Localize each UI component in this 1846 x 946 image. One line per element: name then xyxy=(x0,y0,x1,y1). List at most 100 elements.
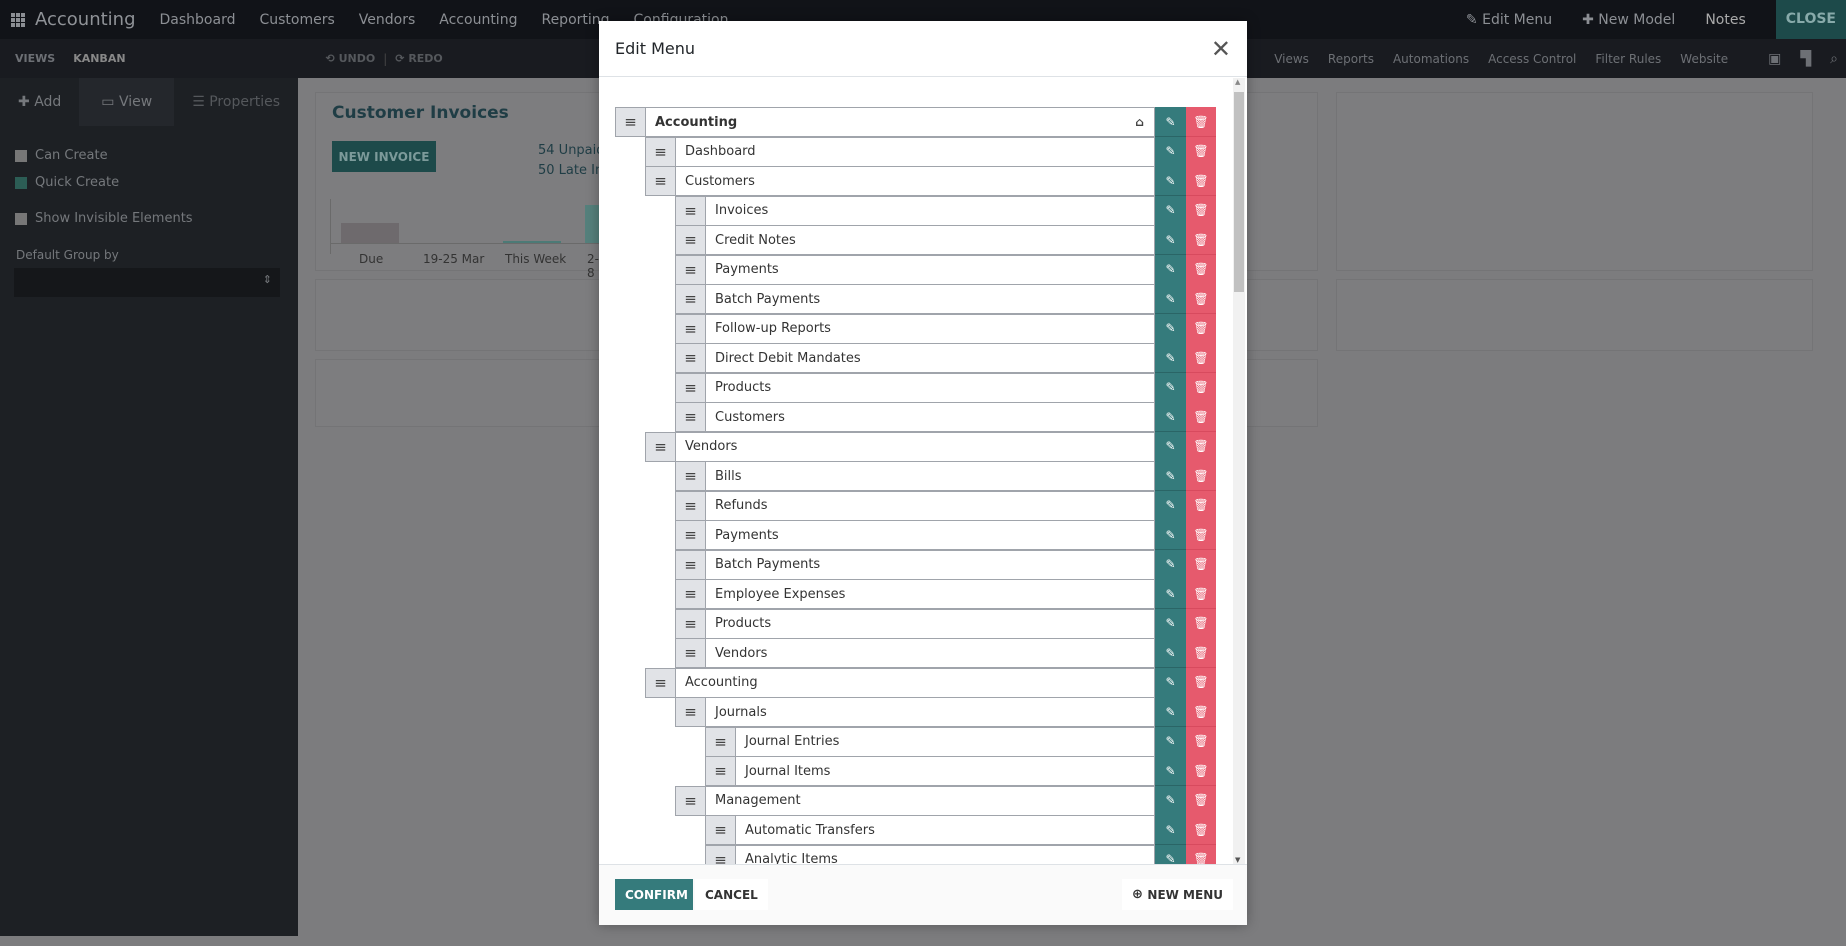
edit-icon[interactable]: ✎ xyxy=(1155,815,1186,845)
menu-item-row[interactable]: ≡ Vendors ✎ 🗑 xyxy=(675,638,1216,668)
tab-add[interactable]: ✚ Add xyxy=(0,78,79,126)
menu-item-label[interactable]: Customers xyxy=(706,402,1155,432)
menu-item-row[interactable]: ≡ Customers ✎ 🗑 xyxy=(675,402,1216,432)
trash-icon[interactable]: 🗑 xyxy=(1186,284,1216,314)
menu-item-label[interactable]: Direct Debit Mandates xyxy=(706,343,1155,373)
trash-icon[interactable]: 🗑 xyxy=(1186,313,1216,344)
breadcrumb-views[interactable]: VIEWS xyxy=(15,52,55,65)
edit-menu-button[interactable]: ✎ Edit Menu xyxy=(1466,12,1552,28)
trash-icon[interactable]: 🗑 xyxy=(1186,815,1216,845)
quick-create-checkbox[interactable]: Quick Create xyxy=(15,175,119,190)
menu-item-row[interactable]: ≡ Accounting ✎ 🗑 xyxy=(645,667,1216,698)
trash-icon[interactable]: 🗑 xyxy=(1186,254,1216,285)
drag-handle-icon[interactable]: ≡ xyxy=(675,313,706,344)
edit-icon[interactable]: ✎ xyxy=(1155,402,1186,432)
menu-item-label[interactable]: Analytic Items xyxy=(736,844,1155,864)
menu-item-label[interactable]: Accounting ⌂ xyxy=(646,107,1155,137)
menu-item-row[interactable]: ≡ Follow-up Reports ✎ 🗑 xyxy=(675,313,1216,344)
menu-item-row[interactable]: ≡ Vendors ✎ 🗑 xyxy=(645,431,1216,462)
menu-item-row[interactable]: ≡ Analytic Items ✎ 🗑 xyxy=(705,844,1216,864)
drag-handle-icon[interactable]: ≡ xyxy=(675,461,706,491)
edit-icon[interactable]: ✎ xyxy=(1155,343,1186,373)
drag-handle-icon[interactable]: ≡ xyxy=(675,638,706,668)
menu-item-label[interactable]: Refunds xyxy=(706,490,1155,521)
menu-item-row[interactable]: ≡ Journals ✎ 🗑 xyxy=(675,697,1216,727)
redo-button[interactable]: ⟳ REDO xyxy=(395,52,443,65)
trash-icon[interactable]: 🗑 xyxy=(1186,402,1216,432)
trash-icon[interactable]: 🗑 xyxy=(1186,756,1216,786)
menu-item-label[interactable]: Batch Payments xyxy=(706,549,1155,580)
notes-button[interactable]: Notes xyxy=(1705,12,1745,28)
drag-handle-icon[interactable]: ≡ xyxy=(645,667,676,698)
nav-accounting[interactable]: Accounting xyxy=(439,12,517,28)
menu-item-row[interactable]: ≡ Products ✎ 🗑 xyxy=(675,608,1216,639)
menu-item-label[interactable]: Journal Entries xyxy=(736,726,1155,757)
menu-item-row[interactable]: ≡ Invoices ✎ 🗑 xyxy=(675,195,1216,226)
menu-item-label[interactable]: Products xyxy=(706,608,1155,639)
new-menu-button[interactable]: ⊕ NEW MENU xyxy=(1121,879,1233,910)
link-access-control[interactable]: Access Control xyxy=(1488,52,1576,66)
menu-item-row[interactable]: ≡ Products ✎ 🗑 xyxy=(675,372,1216,403)
tab-view[interactable]: ▭ View xyxy=(79,78,175,126)
menu-item-label[interactable]: Vendors xyxy=(706,638,1155,668)
trash-icon[interactable]: 🗑 xyxy=(1186,667,1216,698)
drag-handle-icon[interactable]: ≡ xyxy=(675,549,706,580)
edit-icon[interactable]: ✎ xyxy=(1155,844,1186,864)
menu-item-label[interactable]: Invoices xyxy=(706,195,1155,226)
scrollbar-thumb[interactable] xyxy=(1234,92,1244,292)
menu-item-row[interactable]: ≡ Direct Debit Mandates ✎ 🗑 xyxy=(675,343,1216,373)
edit-icon[interactable]: ✎ xyxy=(1155,254,1186,285)
drag-handle-icon[interactable]: ≡ xyxy=(675,697,706,727)
app-title[interactable]: Accounting xyxy=(35,9,136,30)
link-reports[interactable]: Reports xyxy=(1328,52,1374,66)
edit-icon[interactable]: ✎ xyxy=(1155,579,1186,609)
edit-icon[interactable]: ✎ xyxy=(1155,461,1186,491)
menu-item-row[interactable]: ≡ Automatic Transfers ✎ 🗑 xyxy=(705,815,1216,845)
drag-handle-icon[interactable]: ≡ xyxy=(675,284,706,314)
link-views[interactable]: Views xyxy=(1274,52,1309,66)
menu-item-row[interactable]: ≡ Bills ✎ 🗑 xyxy=(675,461,1216,491)
trash-icon[interactable]: 🗑 xyxy=(1186,579,1216,609)
kanban-view-icon[interactable]: ▜ xyxy=(1800,51,1811,67)
menu-item-row[interactable]: ≡ Customers ✎ 🗑 xyxy=(645,166,1216,196)
can-create-checkbox[interactable]: Can Create xyxy=(15,148,108,163)
menu-item-label[interactable]: Journal Items xyxy=(736,756,1155,786)
scrollbar[interactable]: ▲ ▼ xyxy=(1233,78,1245,864)
default-group-select[interactable]: ⇕ xyxy=(14,268,280,297)
trash-icon[interactable]: 🗑 xyxy=(1186,461,1216,491)
menu-item-label[interactable]: Management xyxy=(706,785,1155,816)
checkbox-checked[interactable] xyxy=(15,176,27,189)
edit-icon[interactable]: ✎ xyxy=(1155,136,1186,167)
close-button[interactable]: CLOSE xyxy=(1775,0,1846,39)
trash-icon[interactable]: 🗑 xyxy=(1186,490,1216,521)
trash-icon[interactable]: 🗑 xyxy=(1186,608,1216,639)
drag-handle-icon[interactable]: ≡ xyxy=(675,195,706,226)
trash-icon[interactable]: 🗑 xyxy=(1186,726,1216,757)
menu-item-row[interactable]: ≡ Refunds ✎ 🗑 xyxy=(675,490,1216,521)
undo-button[interactable]: ⟲ UNDO xyxy=(326,52,376,65)
menu-item-row[interactable]: ≡ Employee Expenses ✎ 🗑 xyxy=(675,579,1216,609)
menu-item-row[interactable]: ≡ Payments ✎ 🗑 xyxy=(675,254,1216,285)
edit-icon[interactable]: ✎ xyxy=(1155,225,1186,255)
menu-item-row[interactable]: ≡ Credit Notes ✎ 🗑 xyxy=(675,225,1216,255)
trash-icon[interactable]: 🗑 xyxy=(1186,343,1216,373)
edit-icon[interactable]: ✎ xyxy=(1155,638,1186,668)
checkbox[interactable] xyxy=(15,149,27,162)
scroll-up-icon[interactable]: ▲ xyxy=(1235,78,1240,86)
trash-icon[interactable]: 🗑 xyxy=(1186,844,1216,864)
edit-icon[interactable]: ✎ xyxy=(1155,284,1186,314)
trash-icon[interactable]: 🗑 xyxy=(1186,166,1216,196)
drag-handle-icon[interactable]: ≡ xyxy=(675,490,706,521)
edit-icon[interactable]: ✎ xyxy=(1155,608,1186,639)
menu-item-label[interactable]: Batch Payments xyxy=(706,284,1155,314)
menu-item-label[interactable]: Employee Expenses xyxy=(706,579,1155,609)
edit-icon[interactable]: ✎ xyxy=(1155,166,1186,196)
search-icon[interactable]: ⌕ xyxy=(1830,51,1838,67)
trash-icon[interactable]: 🗑 xyxy=(1186,136,1216,167)
edit-icon[interactable]: ✎ xyxy=(1155,107,1186,137)
menu-item-label[interactable]: Products xyxy=(706,372,1155,403)
edit-icon[interactable]: ✎ xyxy=(1155,667,1186,698)
trash-icon[interactable]: 🗑 xyxy=(1186,549,1216,580)
drag-handle-icon[interactable]: ≡ xyxy=(645,431,676,462)
tab-properties[interactable]: ☰ Properties xyxy=(174,78,298,126)
